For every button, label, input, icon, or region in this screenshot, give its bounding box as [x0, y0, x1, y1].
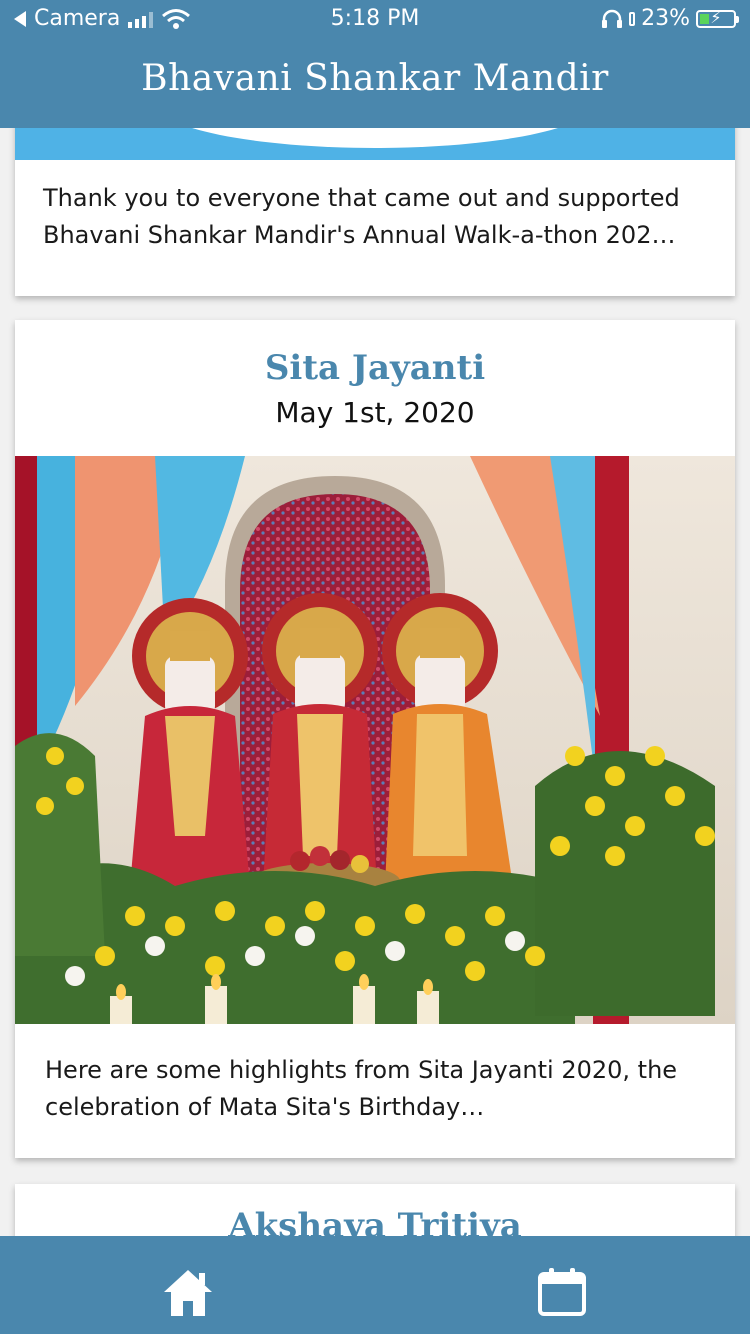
battery-charging-icon: ⚡ — [696, 8, 739, 28]
post-title: Akshaya Tritiya — [228, 1206, 522, 1236]
altar-deities-photo — [15, 456, 735, 1024]
calendar-icon — [538, 1268, 586, 1316]
page-title: Bhavani Shankar Mandir — [141, 58, 609, 99]
post-summary: Here are some highlights from Sita Jayan… — [45, 1056, 678, 1121]
headphones-icon — [602, 9, 623, 28]
status-bar: Camera 5:18 PM 23% ⚡ — [0, 0, 750, 40]
tab-home[interactable] — [162, 1266, 214, 1318]
post-card[interactable]: Akshaya Tritiya — [15, 1184, 735, 1236]
tab-calendar[interactable] — [536, 1266, 588, 1318]
app-header: Camera 5:18 PM 23% ⚡ Bhavani Shankar Man… — [0, 0, 750, 128]
tab-bar — [0, 1236, 750, 1334]
post-date: May 1st, 2020 — [275, 396, 475, 429]
post-title: Sita Jayanti — [264, 348, 486, 388]
rotation-lock-icon — [629, 11, 636, 26]
status-right: 23% ⚡ — [601, 6, 739, 31]
battery-percent: 23% — [641, 6, 690, 31]
post-summary: Thank you to everyone that came out and … — [43, 184, 680, 249]
post-card[interactable]: Sita Jayanti May 1st, 2020 Here are some… — [15, 320, 735, 1158]
post-image — [15, 128, 735, 160]
post-card[interactable]: Thank you to everyone that came out and … — [15, 128, 735, 296]
news-feed[interactable]: Thank you to everyone that came out and … — [0, 128, 750, 1236]
home-icon — [164, 1270, 212, 1316]
